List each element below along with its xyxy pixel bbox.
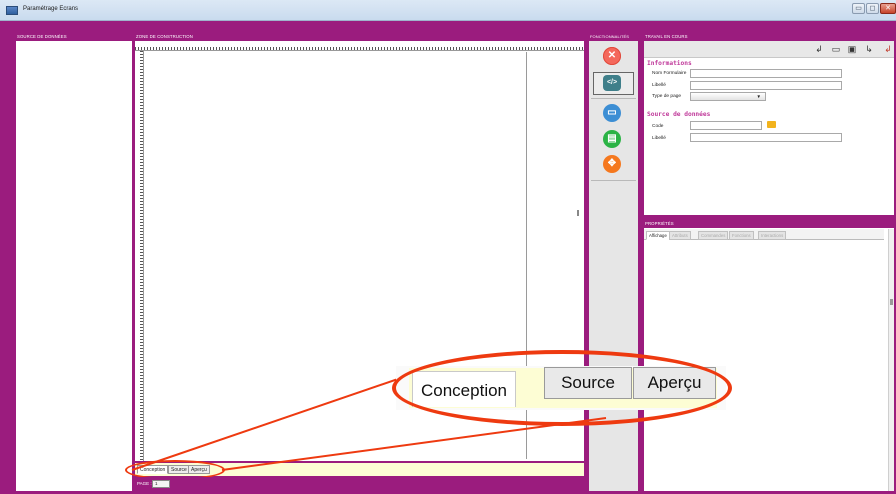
move-button[interactable]: ✥ <box>603 155 621 173</box>
work-panel-body <box>644 41 894 215</box>
source-panel-header: SOURCE DE DONNÉES <box>14 32 132 41</box>
nom-formulaire-label: Nom Formulaire <box>652 71 687 76</box>
close-button[interactable]: ✕ <box>880 3 896 14</box>
list-button[interactable]: ▤ <box>603 130 621 148</box>
work-panel-header: TRAVAIL EN COURS <box>642 32 896 41</box>
type-de-page-select[interactable]: ▼ <box>690 92 766 101</box>
app-window: Paramétrage Ecrans ▭ ◻ ✕ SOURCE DE DONNÉ… <box>0 0 896 494</box>
scrollbar-thumb[interactable] <box>890 299 893 305</box>
separator <box>591 180 636 181</box>
export-icon[interactable]: ↳ <box>864 44 874 54</box>
source-panel-body[interactable] <box>16 41 132 491</box>
maximize-button[interactable]: ◻ <box>866 3 879 14</box>
source-de-donnees-title: Source de données <box>647 111 711 118</box>
nom-formulaire-input[interactable] <box>690 69 842 78</box>
separator <box>591 98 636 99</box>
tab-commandes[interactable]: Commandes <box>698 231 729 240</box>
page-label: PAGE : <box>137 481 152 486</box>
tools-button[interactable]: ✕ <box>603 47 621 65</box>
screen-button[interactable]: ▭ <box>603 104 621 122</box>
title-bar: Paramétrage Ecrans ▭ ◻ ✕ <box>0 0 896 21</box>
tab-affichage[interactable]: Affichage <box>646 231 670 240</box>
properties-scrollbar[interactable] <box>888 229 894 491</box>
code-input[interactable] <box>690 121 762 130</box>
properties-panel-body <box>644 228 894 491</box>
build-panel-header: ZONE DE CONSTRUCTION <box>133 32 585 41</box>
build-status-bar <box>135 477 584 491</box>
source-libelle-label: Libellé <box>652 136 666 141</box>
window-icon[interactable]: ▭ <box>831 44 841 54</box>
libelle-label: Libellé <box>652 83 666 88</box>
source-libelle-input[interactable] <box>690 133 842 142</box>
properties-panel-header: PROPRIÉTÉS <box>642 219 896 228</box>
resize-handle[interactable] <box>577 210 579 216</box>
functions-panel-header: FONCTIONNALITÉS <box>587 32 639 41</box>
save-icon[interactable]: ▣ <box>847 44 857 54</box>
import-icon[interactable]: ↲ <box>814 44 824 54</box>
tab-attributs[interactable]: Attributs <box>669 231 691 240</box>
tab-interactions[interactable]: Interactions <box>758 231 787 240</box>
type-de-page-label: Type de page <box>652 94 682 99</box>
chevron-down-icon: ▼ <box>756 94 761 99</box>
informations-title: Informations <box>647 60 692 67</box>
minimize-button[interactable]: ▭ <box>852 3 865 14</box>
tab-fonctions[interactable]: Fonctions <box>729 231 754 240</box>
page-number-field[interactable]: 1 <box>152 480 170 488</box>
folder-icon[interactable] <box>767 121 776 128</box>
code-button[interactable]: </> <box>603 75 621 91</box>
horizontal-ruler <box>135 41 584 51</box>
libelle-input[interactable] <box>690 81 842 90</box>
window-title: Paramétrage Ecrans <box>23 6 79 12</box>
exit-icon[interactable]: ↲ <box>883 44 893 54</box>
code-label: Code <box>652 124 664 129</box>
app-icon <box>6 6 18 15</box>
vertical-ruler <box>135 51 144 461</box>
zoom-highlight-oval <box>392 350 732 426</box>
